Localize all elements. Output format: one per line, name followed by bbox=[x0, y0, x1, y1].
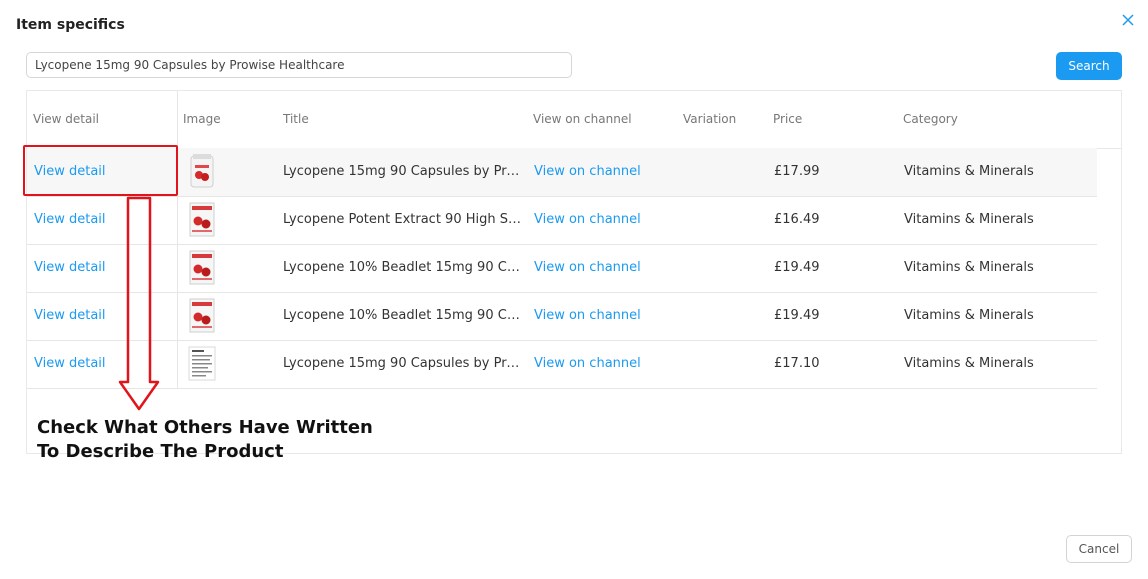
column-divider bbox=[177, 244, 178, 292]
product-thumbnail[interactable] bbox=[187, 345, 217, 382]
column-header-image: Image bbox=[183, 112, 221, 126]
table-header: View detail Image Title View on channel … bbox=[27, 91, 1121, 149]
category-value: Vitamins & Minerals bbox=[904, 212, 1034, 227]
annotation-line-2: To Describe The Product bbox=[37, 441, 284, 462]
price-value: £17.99 bbox=[774, 164, 820, 179]
view-on-channel-link[interactable]: View on channel bbox=[534, 356, 641, 371]
search-input[interactable] bbox=[26, 52, 572, 78]
search-button[interactable]: Search bbox=[1056, 52, 1122, 80]
product-title: Lycopene 10% Beadlet 15mg 90 Capsules bbox=[283, 308, 521, 323]
price-value: £19.49 bbox=[774, 260, 820, 275]
price-value: £16.49 bbox=[774, 212, 820, 227]
category-value: Vitamins & Minerals bbox=[904, 164, 1034, 179]
view-detail-link[interactable]: View detail bbox=[34, 308, 106, 323]
column-header-title: Title bbox=[283, 112, 309, 126]
column-divider bbox=[177, 91, 178, 148]
column-header-view-on-channel: View on channel bbox=[533, 112, 632, 126]
category-value: Vitamins & Minerals bbox=[904, 356, 1034, 371]
product-thumbnail[interactable] bbox=[187, 297, 217, 334]
column-divider bbox=[177, 340, 178, 388]
view-detail-link[interactable]: View detail bbox=[34, 260, 106, 275]
cancel-button[interactable]: Cancel bbox=[1066, 535, 1132, 563]
column-divider bbox=[177, 292, 178, 340]
table-row: View detail Lycopene Potent Extract 90 H… bbox=[27, 196, 1097, 245]
close-icon bbox=[1122, 14, 1134, 26]
category-value: Vitamins & Minerals bbox=[904, 308, 1034, 323]
column-header-variation: Variation bbox=[683, 112, 737, 126]
view-on-channel-link[interactable]: View on channel bbox=[534, 308, 641, 323]
category-value: Vitamins & Minerals bbox=[904, 260, 1034, 275]
table-row: View detail Lycopene 15mg 90 Capsules by… bbox=[27, 340, 1097, 389]
column-header-category: Category bbox=[903, 112, 958, 126]
column-divider bbox=[177, 196, 178, 244]
view-detail-link[interactable]: View detail bbox=[34, 356, 106, 371]
product-title: Lycopene 15mg 90 Capsules by Prowise Hea… bbox=[283, 356, 521, 371]
view-on-channel-link[interactable]: View on channel bbox=[534, 164, 641, 179]
highlight-box bbox=[23, 145, 178, 196]
view-detail-link[interactable]: View detail bbox=[34, 212, 106, 227]
product-title: Lycopene 15mg 90 Capsules by Prowise Hea… bbox=[283, 164, 521, 179]
price-value: £17.10 bbox=[774, 356, 820, 371]
product-thumbnail[interactable] bbox=[187, 201, 217, 238]
view-on-channel-link[interactable]: View on channel bbox=[534, 212, 641, 227]
column-header-view-detail: View detail bbox=[33, 112, 100, 126]
product-title: Lycopene Potent Extract 90 High Strength bbox=[283, 212, 521, 227]
table-row: View detail Lycopene 10% Beadlet 15mg 90… bbox=[27, 244, 1097, 293]
modal-title: Item specifics bbox=[16, 17, 125, 33]
view-on-channel-link[interactable]: View on channel bbox=[534, 260, 641, 275]
price-value: £19.49 bbox=[774, 308, 820, 323]
results-table: View detail Image Title View on channel … bbox=[26, 90, 1122, 454]
product-title: Lycopene 10% Beadlet 15mg 90 Capsules bbox=[283, 260, 521, 275]
product-thumbnail[interactable] bbox=[187, 249, 217, 286]
product-thumbnail[interactable] bbox=[187, 153, 217, 190]
close-button[interactable] bbox=[1118, 10, 1138, 30]
down-arrow-icon bbox=[118, 196, 160, 411]
table-row: View detail Lycopene 15mg 90 Capsules by… bbox=[27, 148, 1097, 197]
annotation-callout: Check What Others Have Written To Descri… bbox=[37, 416, 417, 464]
table-row: View detail Lycopene 10% Beadlet 15mg 90… bbox=[27, 292, 1097, 341]
column-header-price: Price bbox=[773, 112, 803, 126]
annotation-line-1: Check What Others Have Written bbox=[37, 417, 373, 438]
